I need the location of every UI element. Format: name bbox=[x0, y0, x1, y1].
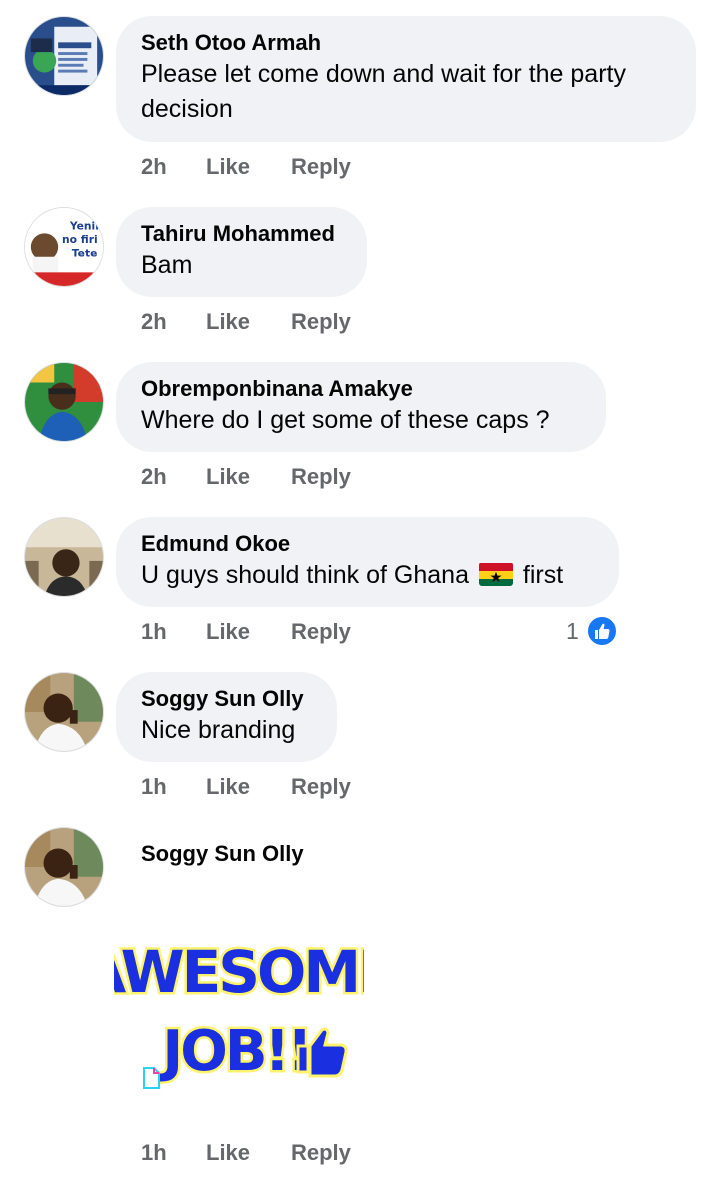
avatar-caption: no firi bbox=[62, 233, 98, 246]
avatar-caption: Tete bbox=[72, 247, 98, 260]
reply-button[interactable]: Reply bbox=[291, 617, 351, 647]
avatar-image bbox=[25, 673, 103, 751]
comment-time[interactable]: 1h bbox=[141, 1138, 167, 1168]
avatar-soggy[interactable] bbox=[24, 672, 104, 752]
thumbs-up-icon bbox=[586, 615, 618, 647]
reaction-count: 1 bbox=[566, 618, 579, 644]
like-button[interactable]: Like bbox=[206, 1138, 250, 1168]
commenter-name[interactable]: Obremponbinana Amakye bbox=[141, 375, 581, 403]
comment-bubble: Soggy Sun Olly Nice branding bbox=[116, 672, 337, 762]
comment-bubble: Edmund Okoe U guys should think of Ghana… bbox=[116, 517, 619, 607]
reaction-summary[interactable]: 1 bbox=[566, 615, 626, 647]
comment-text: Please let come down and wait for the pa… bbox=[141, 60, 626, 123]
reply-button[interactable]: Reply bbox=[291, 1138, 351, 1168]
comment-text-part: first bbox=[522, 561, 564, 589]
avatar-tahiru[interactable]: Yenim no firi Tete bbox=[24, 207, 104, 287]
comment-time[interactable]: 2h bbox=[141, 307, 167, 337]
ghana-flag-emoji bbox=[478, 562, 513, 586]
avatar-obremponbinana[interactable] bbox=[24, 362, 104, 442]
reply-button[interactable]: Reply bbox=[291, 462, 351, 492]
file-icon bbox=[143, 1067, 160, 1089]
sticker-text: AWESOME bbox=[114, 938, 364, 1006]
avatar-caption: Yenim bbox=[69, 219, 103, 232]
like-button[interactable]: Like bbox=[206, 462, 250, 492]
commenter-name[interactable]: Edmund Okoe bbox=[141, 530, 594, 558]
avatar-image bbox=[25, 363, 103, 441]
commenter-name[interactable]: Soggy Sun Olly bbox=[141, 685, 312, 713]
comment-time[interactable]: 2h bbox=[141, 462, 167, 492]
like-button[interactable]: Like bbox=[206, 617, 250, 647]
like-button[interactable]: Like bbox=[206, 772, 250, 802]
comment-text-part: U guys should think of Ghana bbox=[141, 561, 469, 589]
commenter-name[interactable]: Tahiru Mohammed bbox=[141, 220, 342, 248]
comment-time[interactable]: 1h bbox=[141, 772, 167, 802]
comment-bubble: Tahiru Mohammed Bam bbox=[116, 207, 367, 297]
comment-bubble: Obremponbinana Amakye Where do I get som… bbox=[116, 362, 606, 452]
like-button[interactable]: Like bbox=[206, 307, 250, 337]
commenter-name[interactable]: Seth Otoo Armah bbox=[141, 29, 671, 57]
avatar-image: Yenim no firi Tete bbox=[25, 208, 103, 286]
reply-button[interactable]: Reply bbox=[291, 772, 351, 802]
avatar-image bbox=[25, 828, 103, 906]
comment-text: Where do I get some of these caps ? bbox=[141, 406, 550, 434]
comment-text: Bam bbox=[141, 251, 193, 279]
avatar-image bbox=[25, 518, 103, 596]
reply-button[interactable]: Reply bbox=[291, 307, 351, 337]
commenter-name[interactable]: Soggy Sun Olly bbox=[141, 840, 304, 868]
comment-text: U guys should think of Ghana first bbox=[141, 558, 594, 593]
sticker-text: JOB!! bbox=[158, 1019, 309, 1084]
comment-bubble: Seth Otoo Armah Please let come down and… bbox=[116, 16, 696, 142]
comment-text: Nice branding bbox=[141, 716, 296, 744]
avatar-seth[interactable] bbox=[24, 16, 104, 96]
reply-button[interactable]: Reply bbox=[291, 152, 351, 182]
avatar-soggy[interactable] bbox=[24, 827, 104, 907]
like-button[interactable]: Like bbox=[206, 152, 250, 182]
comment-time[interactable]: 2h bbox=[141, 152, 167, 182]
avatar-image bbox=[25, 17, 103, 95]
comment-time[interactable]: 1h bbox=[141, 617, 167, 647]
awesome-job-sticker[interactable]: AWESOME JOB!! bbox=[114, 920, 364, 1090]
avatar-edmund[interactable] bbox=[24, 517, 104, 597]
